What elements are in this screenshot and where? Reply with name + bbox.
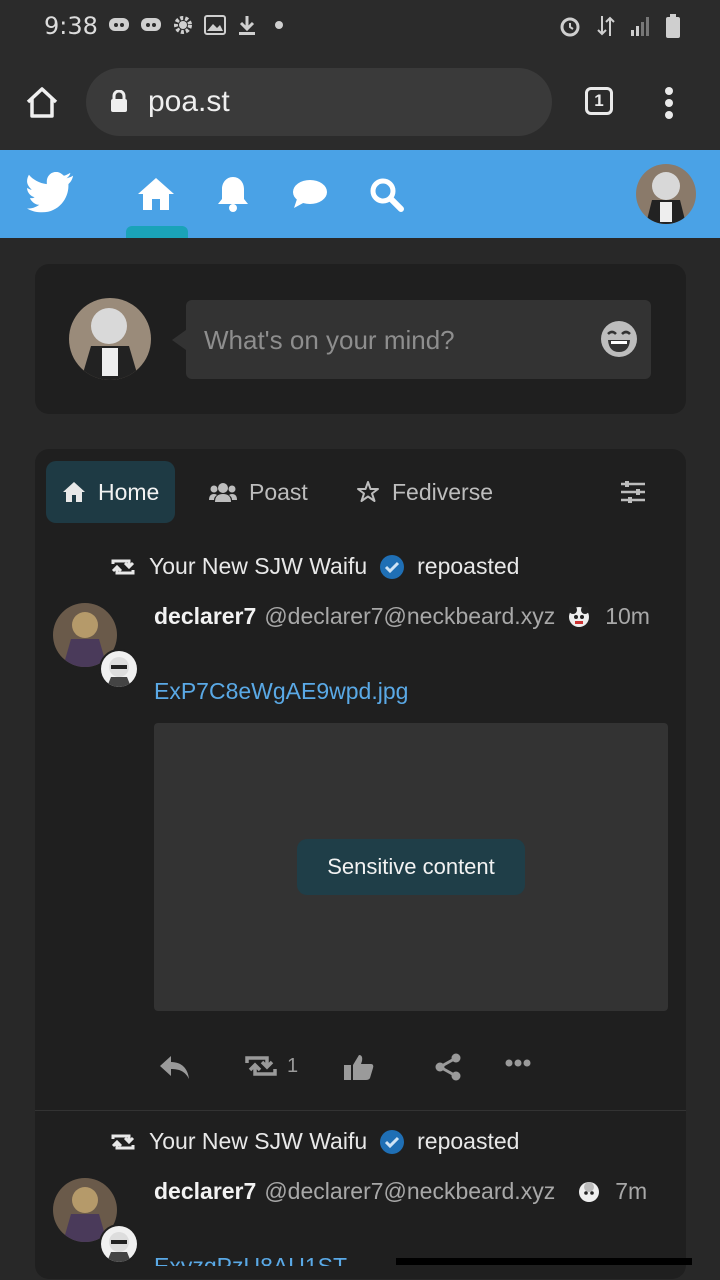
user-avatar[interactable] [636,164,696,224]
compose-placeholder: What's on your mind? [204,325,455,355]
repost-label: repoasted [417,553,520,579]
sensitive-content-button[interactable]: Sensitive content [297,839,525,895]
composer-avatar [69,298,151,380]
gear-icon [172,14,194,36]
author-handle[interactable]: @declarer7@neckbeard.xyz [264,603,555,630]
tab-switcher-button[interactable]: 1 [585,87,613,115]
tab-fediverse[interactable]: Fediverse [356,461,493,523]
nav-chats-button[interactable] [290,174,330,214]
tab-label: Home [98,478,160,505]
emoji-picker-icon[interactable] [599,319,639,359]
status-system-icons [558,14,680,43]
tab-home[interactable]: Home [46,461,176,523]
avatar-image [69,298,151,380]
search-icon [370,178,404,212]
author-display-name[interactable]: declarer7 [154,603,256,630]
post-header: declarer7 @declarer7@neckbeard.xyz 10m [154,603,650,630]
post-header: declarer7 @declarer7@neckbeard.xyz 7m [154,1178,647,1205]
reposter-avatar[interactable] [99,649,139,689]
post-time[interactable]: 7m [615,1178,647,1205]
avatar-image [101,651,137,687]
battery-icon [666,14,680,43]
browser-home-button[interactable] [24,84,60,120]
bell-icon [218,177,248,212]
attachment-link[interactable]: ExP7C8eWgAE9wpd.jpg [154,678,408,705]
alarm-icon [558,14,582,43]
discord-icon [108,14,130,36]
status-notification-icons [108,14,290,36]
nav-search-button[interactable] [366,174,406,214]
avatar-image [636,164,696,224]
compose-panel: What's on your mind? [35,264,686,414]
dot-icon [268,14,290,36]
reply-button[interactable] [157,1053,191,1081]
repost-author[interactable]: Your New SJW Waifu [149,553,367,580]
repost-count: 1 [287,1054,299,1077]
timeline-settings-button[interactable] [620,479,646,505]
attachment-link[interactable]: ExyzqPzU8AU1ST.. [154,1253,357,1266]
lock-icon [111,90,127,112]
repost-header: Your New SJW Waifu repoasted [109,553,519,580]
repost-author[interactable]: Your New SJW Waifu [149,1128,367,1155]
sliders-icon [621,481,645,503]
tab-poast[interactable]: Poast [209,461,308,523]
post-actions: 1 [157,1053,557,1093]
more-horizontal-icon [505,1059,531,1067]
repost-icon [111,1134,135,1149]
nav-notifications-button[interactable] [213,174,253,214]
tab-label: Poast [249,478,308,505]
author-display-name[interactable]: declarer7 [154,1178,256,1205]
users-icon [209,483,237,502]
repost-icon [111,559,135,574]
bird-logo-icon[interactable] [26,171,76,216]
discord-icon [140,14,162,36]
url-text: poa.st [148,85,230,118]
media-attachment[interactable]: Sensitive content [154,723,668,1011]
author-handle[interactable]: @declarer7@neckbeard.xyz [264,1178,555,1205]
image-icon [204,14,226,36]
site-navbar [0,150,720,238]
home-icon [26,87,58,118]
download-icon [236,14,258,36]
signal-icon [630,15,652,42]
repost-label: repoasted [417,1128,520,1154]
more-vertical-icon [665,87,673,119]
verified-badge-icon [380,554,405,579]
more-options-button[interactable] [505,1059,531,1067]
browser-toolbar: poa.st 1 [0,52,720,150]
instance-icon [569,605,590,627]
post-time[interactable]: 10m [605,603,650,630]
status-time: 9:38 [44,12,98,40]
share-icon [435,1053,461,1081]
compose-input[interactable]: What's on your mind? [172,300,651,379]
repost-icon [245,1056,277,1076]
like-button[interactable] [343,1053,375,1081]
repost-header: Your New SJW Waifu repoasted [109,1128,519,1155]
thumbs-up-icon [344,1055,374,1080]
nav-active-indicator [126,226,188,238]
tab-label: Fediverse [392,478,493,505]
home-icon [138,178,174,210]
repost-button[interactable]: 1 [243,1053,298,1079]
timeline-panel: Home Poast Fediverse Your New SJW Waifu … [35,449,686,1279]
browser-menu-button[interactable] [664,86,674,120]
chat-bubble-icon [293,180,327,208]
reposter-avatar[interactable] [99,1224,139,1264]
post-divider [35,1110,686,1111]
avatar-image [101,1226,137,1262]
home-icon [63,482,85,502]
screen-edge-artifact [396,1258,692,1265]
timeline-tabs: Home Poast Fediverse [46,461,676,523]
status-bar: 9:38 [0,0,720,52]
instance-icon [579,1181,600,1202]
share-button[interactable] [433,1053,463,1081]
address-bar[interactable]: poa.st [86,68,552,136]
nav-home-button[interactable] [136,174,176,214]
reply-icon [160,1056,189,1079]
verified-badge-icon [380,1129,405,1154]
data-transfer-icon [596,14,616,43]
star-icon [357,481,379,502]
